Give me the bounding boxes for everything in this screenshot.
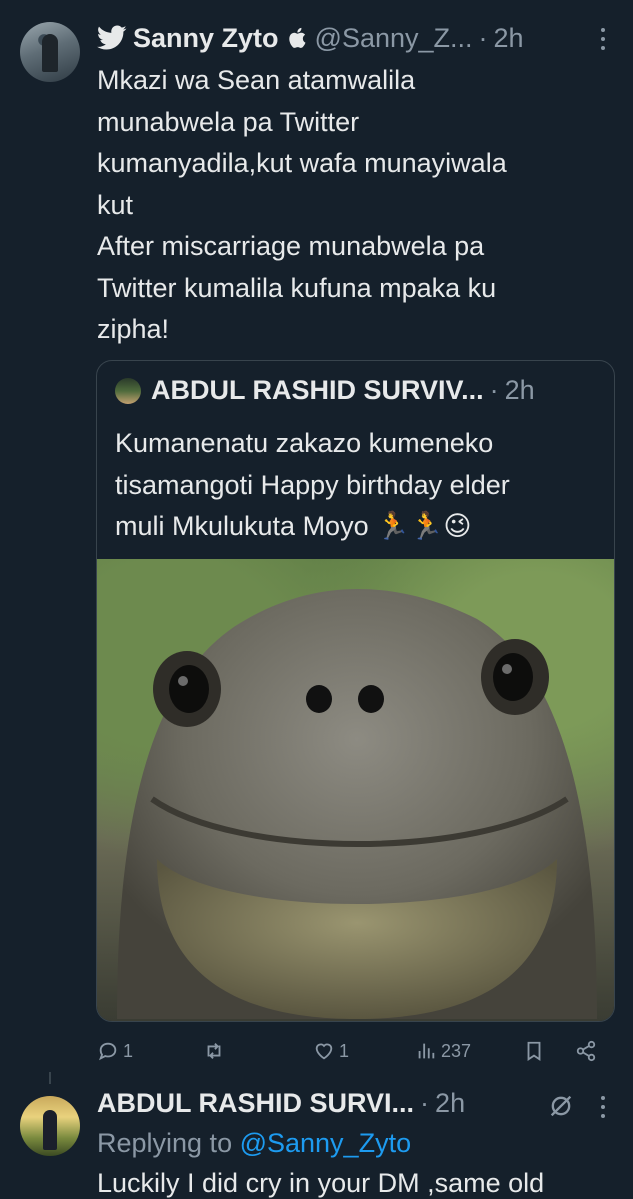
quoted-tweet-image[interactable] xyxy=(97,559,614,1021)
quoted-tweet-header: ABDUL RASHID SURVIV... · 2h xyxy=(115,375,535,406)
replying-to: Replying to @Sanny_Zyto xyxy=(97,1128,411,1159)
thread-line xyxy=(49,1072,51,1084)
reply-text: Luckily I did cry in your DM ,same old xyxy=(97,1168,545,1198)
quoted-tweet-time: 2h xyxy=(504,375,535,405)
reply-button[interactable]: 1 xyxy=(97,1034,133,1068)
like-button[interactable]: 1 xyxy=(313,1034,349,1068)
separator-dot: · xyxy=(420,1088,430,1118)
bookmark-button[interactable] xyxy=(523,1034,549,1068)
tweet-actions: 1 1 237 xyxy=(97,1034,613,1068)
separator-dot: · xyxy=(478,22,488,53)
separator-dot: · xyxy=(489,375,499,405)
quoted-author-name: ABDUL RASHID SURVIV... xyxy=(151,375,484,405)
reply-tweet[interactable]: ABDUL RASHID SURVI... · 2h Replying to @… xyxy=(0,1072,633,1199)
heart-icon xyxy=(315,1043,333,1060)
reply-author-name[interactable]: ABDUL RASHID SURVI... xyxy=(97,1088,414,1119)
retweet-icon xyxy=(207,1043,221,1059)
tweet-text: Mkazi wa Sean atamwalila munabwela pa Tw… xyxy=(97,65,507,344)
quoted-author-avatar xyxy=(115,377,141,404)
quoted-tweet-text: Kumanenatu zakazo kumeneko tisamangoti H… xyxy=(115,428,510,541)
retweet-button[interactable] xyxy=(203,1034,229,1068)
views-button[interactable]: 237 xyxy=(415,1034,471,1068)
like-count: 1 xyxy=(339,1040,350,1061)
apple-icon xyxy=(288,27,305,48)
views-icon xyxy=(418,1043,435,1059)
mute-icon[interactable] xyxy=(547,1092,575,1120)
reply-author-avatar[interactable] xyxy=(20,1096,80,1156)
twitter-bird-icon xyxy=(97,25,127,50)
bookmark-icon xyxy=(527,1041,541,1061)
reply-header: ABDUL RASHID SURVI... · 2h xyxy=(97,1088,465,1119)
tortoise-illustration xyxy=(117,589,597,1019)
more-icon[interactable] xyxy=(601,28,607,50)
more-icon[interactable] xyxy=(601,1096,607,1118)
replying-handle-link[interactable]: @Sanny_Zyto xyxy=(240,1128,412,1158)
quoted-tweet[interactable]: ABDUL RASHID SURVIV... · 2h Kumanenatu z… xyxy=(96,360,615,1022)
author-name[interactable]: Sanny Zyto xyxy=(133,23,279,54)
author-handle[interactable]: @Sanny_Z... xyxy=(315,23,473,54)
views-count: 237 xyxy=(441,1040,472,1061)
author-avatar[interactable] xyxy=(20,22,80,82)
tweet-time[interactable]: 2h xyxy=(494,23,524,54)
tweet-header: Sanny Zyto @Sanny_Z... · 2h xyxy=(97,20,613,56)
replying-prefix: Replying to xyxy=(97,1128,240,1158)
reply-time[interactable]: 2h xyxy=(435,1088,465,1119)
reply-icon xyxy=(98,1042,117,1061)
share-button[interactable] xyxy=(575,1034,601,1068)
reply-count: 1 xyxy=(123,1040,134,1061)
share-icon xyxy=(576,1040,596,1062)
